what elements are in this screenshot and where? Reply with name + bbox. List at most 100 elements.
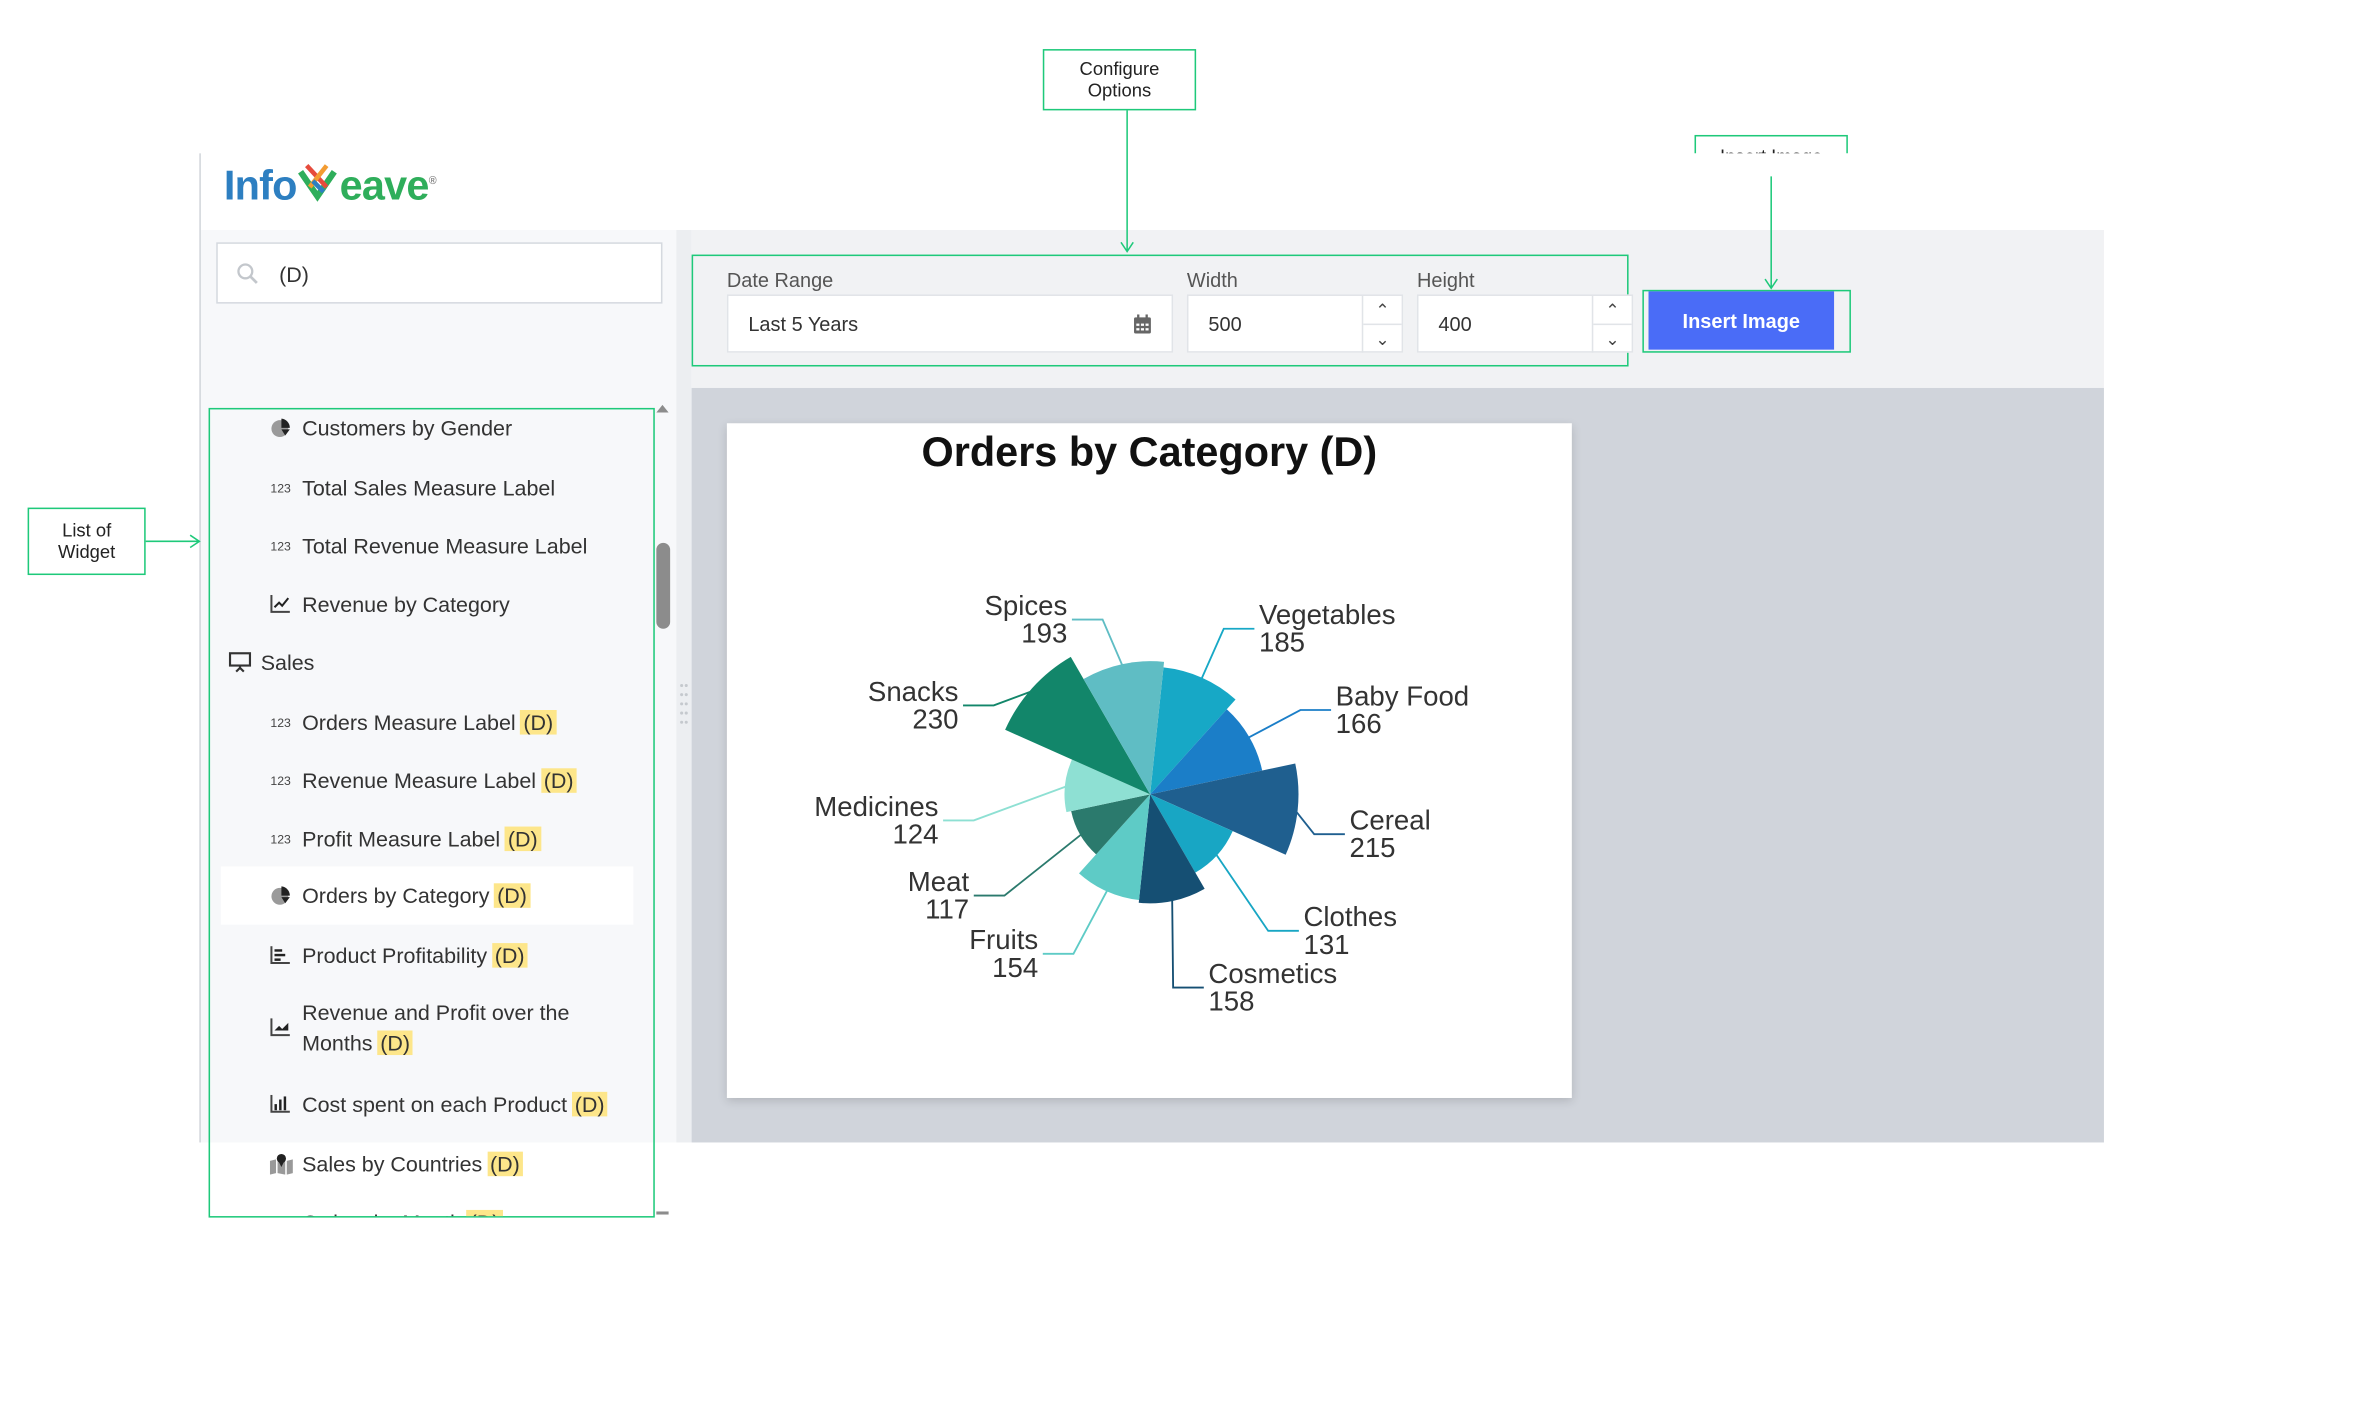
sidebar-item-total-revenue-measure-label[interactable]: 123 Total Revenue Measure Label bbox=[210, 528, 653, 565]
leader-line bbox=[1199, 627, 1255, 681]
item-label-text: Product Profitability bbox=[302, 943, 488, 968]
sidebar-item-label: Profit Measure Label (D) bbox=[302, 823, 541, 854]
sidebar-item-label: Total Sales Measure Label bbox=[302, 472, 555, 503]
sidebar-item-orders-by-category[interactable]: Orders by Category (D) bbox=[220, 866, 634, 925]
category-label: Spices bbox=[984, 590, 1067, 621]
leader-line bbox=[943, 784, 1069, 822]
dynamic-badge: (D) bbox=[504, 827, 541, 852]
search-icon bbox=[237, 263, 258, 284]
number-123-icon: 123 bbox=[270, 715, 291, 730]
callout-configure-options: Configure Options bbox=[1042, 49, 1197, 111]
sidebar-item-customers-by-gender[interactable]: Customers by Gender bbox=[210, 409, 653, 446]
callout-list-of-widget: List of Widget bbox=[27, 507, 146, 576]
width-decrement-icon[interactable]: ⌄ bbox=[1363, 323, 1402, 353]
height-stepper[interactable]: 400 ⌃ ⌄ bbox=[1416, 294, 1634, 353]
leader-line bbox=[1042, 888, 1109, 955]
sidebar-item-revenue-measure-label[interactable]: 123 Revenue Measure Label (D) bbox=[210, 762, 653, 799]
item-label-text: Customers by Gender bbox=[302, 415, 513, 441]
configure-options-panel: Date Range Last 5 Years Width 500 ⌃ ⌄ Hei… bbox=[691, 230, 2104, 388]
sidebar-item-total-sales-measure-label[interactable]: 123 Total Sales Measure Label bbox=[210, 469, 653, 506]
dynamic-badge: (D) bbox=[466, 1209, 503, 1217]
sidebar-item-label: Revenue Measure Label (D) bbox=[302, 765, 577, 796]
sidebar-item-label: Total Revenue Measure Label bbox=[302, 531, 587, 562]
pie-chart-icon bbox=[268, 416, 293, 441]
number-123-icon: 123 bbox=[270, 539, 291, 553]
dynamic-badge: (D) bbox=[571, 1091, 608, 1117]
value-label: 131 bbox=[1303, 929, 1349, 960]
height-decrement-icon[interactable]: ⌄ bbox=[1593, 323, 1632, 353]
insert-image-button[interactable]: Insert Image bbox=[1648, 291, 1835, 350]
item-label-text: Profit Measure Label bbox=[302, 826, 501, 852]
category-label: Fruits bbox=[969, 924, 1038, 955]
width-stepper[interactable]: 500 ⌃ ⌄ bbox=[1186, 294, 1404, 353]
sidebar-item-revenue-and-profit-over-the[interactable]: Revenue and Profit over the Months (D) bbox=[210, 994, 653, 1061]
drag-handle-icon[interactable] bbox=[679, 682, 688, 731]
width-increment-icon[interactable]: ⌃ bbox=[1363, 296, 1401, 324]
height-value: 400 bbox=[1438, 312, 1472, 336]
category-label: Baby Food bbox=[1336, 680, 1469, 711]
scroll-down-icon[interactable] bbox=[655, 1208, 670, 1217]
scroll-up-icon[interactable] bbox=[655, 402, 670, 414]
panel-splitter[interactable] bbox=[676, 230, 692, 1143]
value-label: 124 bbox=[892, 818, 938, 849]
item-label-text: Revenue Measure Label bbox=[302, 768, 537, 793]
sidebar-item-sales[interactable]: Sales bbox=[210, 644, 653, 681]
search-box[interactable] bbox=[216, 242, 663, 304]
sidebar-item-profit-measure-label[interactable]: 123 Profit Measure Label (D) bbox=[210, 820, 653, 857]
sidebar-item-revenue-by-category[interactable]: Revenue by Category bbox=[210, 586, 653, 623]
leader-line bbox=[1071, 618, 1124, 668]
sidebar-item-sales-by-countries[interactable]: Sales by Countries (D) bbox=[210, 1146, 653, 1183]
value-label: 166 bbox=[1336, 708, 1382, 739]
item-label-text: Total Revenue Measure Label bbox=[302, 533, 588, 559]
sidebar-item-cost-spent-on-each-product[interactable]: Cost spent on each Product (D) bbox=[210, 1086, 653, 1123]
value-label: 117 bbox=[925, 894, 969, 925]
sidebar-item-label: Orders Measure Label (D) bbox=[302, 707, 557, 738]
preview-area: Orders by Category (D) Vegetables 185 Baby… bbox=[691, 387, 2104, 1143]
item-label-text: Total Sales Measure Label bbox=[302, 475, 556, 500]
leader-line bbox=[1246, 709, 1332, 740]
screen: Configure Options Insert Image List of W… bbox=[0, 0, 2377, 1402]
leader-line bbox=[1293, 808, 1345, 836]
app-window: Infoeave® Customers by Gender 123 Total Sa… bbox=[199, 153, 2104, 1218]
category-label: Clothes bbox=[1303, 901, 1397, 932]
callout-text: List of bbox=[62, 519, 112, 542]
sidebar-item-orders-measure-label[interactable]: 123 Orders Measure Label (D) bbox=[210, 704, 653, 741]
logo-weave-icon bbox=[298, 164, 338, 202]
leader-line bbox=[1171, 897, 1204, 989]
calendar-icon[interactable] bbox=[1133, 314, 1151, 334]
callout-text: Configure bbox=[1079, 58, 1160, 80]
value-label: 158 bbox=[1208, 986, 1254, 1017]
category-label: Vegetables bbox=[1259, 599, 1396, 630]
list-scrollbar[interactable] bbox=[655, 402, 670, 1218]
sidebar-item-orders-by-month[interactable]: Orders by Month (D) bbox=[210, 1204, 653, 1217]
item-label-text: Sales bbox=[260, 650, 315, 675]
column-chart-icon bbox=[268, 1092, 293, 1117]
widget-list: Customers by Gender 123 Total Sales Measur… bbox=[208, 407, 655, 1218]
category-label: Medicines bbox=[814, 791, 938, 822]
search-input[interactable] bbox=[276, 256, 651, 293]
area-chart-icon bbox=[268, 1015, 293, 1040]
height-label: Height bbox=[1416, 268, 1475, 292]
sidebar-item-label: Sales bbox=[261, 647, 315, 678]
dynamic-badge: (D) bbox=[540, 768, 577, 793]
sidebar-item-label: Revenue by Category bbox=[302, 589, 510, 620]
infoweave-logo: Info eave® bbox=[223, 162, 437, 209]
arrow-list bbox=[145, 534, 201, 549]
date-range-input[interactable]: Last 5 Years bbox=[726, 294, 1174, 353]
scrollbar-thumb[interactable] bbox=[656, 542, 671, 629]
dynamic-badge: (D) bbox=[494, 883, 530, 908]
value-label: 215 bbox=[1349, 832, 1395, 863]
number-123-icon: 123 bbox=[270, 831, 291, 846]
sidebar-item-product-profitability[interactable]: Product Profitability (D) bbox=[210, 937, 653, 974]
number-123-icon: 123 bbox=[270, 480, 291, 495]
item-label-text: Orders by Category bbox=[302, 883, 490, 908]
polar-area-chart: Vegetables185 Baby Food166 Cereal215 Clothe… bbox=[814, 590, 1469, 1017]
width-label: Width bbox=[1186, 268, 1238, 292]
sidebar-item-label: Customers by Gender bbox=[302, 413, 512, 444]
height-increment-icon[interactable]: ⌃ bbox=[1593, 296, 1631, 324]
item-label-text: Orders Measure Label bbox=[302, 710, 516, 735]
leader-line bbox=[973, 832, 1084, 897]
sidebar-item-label: Sales by Countries (D) bbox=[302, 1149, 523, 1180]
item-label-text: Months bbox=[302, 1030, 373, 1056]
leader-line bbox=[1214, 852, 1299, 932]
